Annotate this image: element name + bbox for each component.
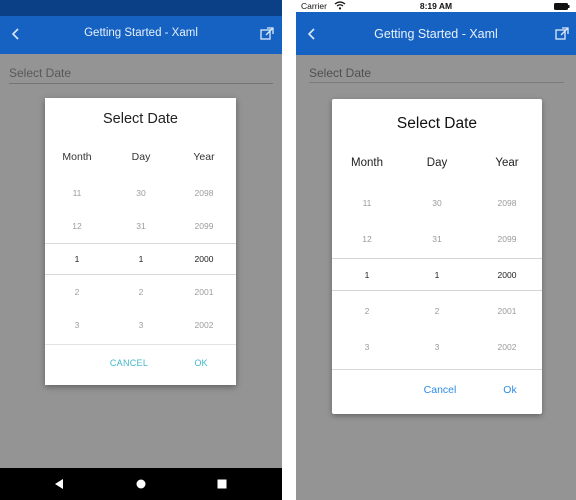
year-option[interactable]: 2001 — [174, 287, 234, 297]
column-header-year: Year — [495, 157, 519, 169]
ios-screen: Carrier 8:19 AM Getting Started - Xaml S… — [296, 0, 576, 500]
day-option[interactable]: 2 — [402, 306, 472, 316]
day-option-selected[interactable]: 1 — [402, 270, 472, 280]
month-option[interactable]: 12 — [332, 234, 402, 244]
android-screen: Getting Started - Xaml Select Date Selec… — [0, 0, 282, 500]
month-option[interactable]: 2 — [47, 287, 107, 297]
navigation-bar: Getting Started - Xaml — [296, 12, 576, 55]
year-option[interactable]: 2002 — [174, 320, 234, 330]
triangle-back-icon[interactable] — [52, 477, 66, 491]
year-option[interactable]: 2099 — [472, 234, 542, 244]
column-header-day: Day — [131, 151, 151, 163]
day-option[interactable]: 3 — [402, 342, 472, 352]
month-option[interactable]: 3 — [332, 342, 402, 352]
status-time: 8:19 AM — [419, 1, 453, 11]
ok-button[interactable]: Ok — [492, 384, 528, 402]
divider — [45, 344, 236, 345]
open-external-icon[interactable] — [259, 26, 275, 42]
page-title: Getting Started - Xaml — [374, 27, 498, 41]
dialog-title: Select Date — [396, 115, 478, 132]
month-option-selected[interactable]: 1 — [332, 270, 402, 280]
year-option[interactable]: 2099 — [174, 221, 234, 231]
date-picker-dialog: Select Date Month Day Year 11 12 1 2 3 3… — [45, 98, 236, 385]
system-navigation-bar — [0, 468, 282, 500]
column-header-year: Year — [193, 151, 215, 163]
month-option[interactable]: 3 — [47, 320, 107, 330]
square-recent-icon[interactable] — [215, 477, 229, 491]
year-option[interactable]: 2001 — [472, 306, 542, 316]
day-option[interactable]: 3 — [111, 320, 171, 330]
month-option[interactable]: 11 — [332, 198, 402, 208]
month-option[interactable]: 11 — [47, 188, 107, 198]
circle-home-icon[interactable] — [134, 477, 148, 491]
year-option-selected[interactable]: 2000 — [174, 254, 234, 264]
app-bar: Getting Started - Xaml — [0, 16, 282, 54]
column-header-day: Day — [426, 157, 448, 169]
month-option[interactable]: 12 — [47, 221, 107, 231]
status-bar: Carrier 8:19 AM — [296, 0, 576, 12]
day-option[interactable]: 30 — [111, 188, 171, 198]
month-option-selected[interactable]: 1 — [47, 254, 107, 264]
year-option[interactable]: 2098 — [174, 188, 234, 198]
year-option[interactable]: 2098 — [472, 198, 542, 208]
status-bar — [0, 0, 282, 16]
year-option[interactable]: 2002 — [472, 342, 542, 352]
divider — [332, 369, 542, 370]
page-title: Getting Started - Xaml — [84, 27, 198, 39]
day-option[interactable]: 30 — [402, 198, 472, 208]
column-header-month: Month — [351, 157, 383, 169]
ok-button[interactable]: OK — [181, 358, 221, 376]
battery-icon — [554, 2, 570, 10]
day-option-selected[interactable]: 1 — [111, 254, 171, 264]
dialog-title: Select Date — [103, 111, 178, 127]
day-option[interactable]: 31 — [111, 221, 171, 231]
date-picker-dialog: Select Date Month Day Year 11 12 1 2 3 3… — [332, 99, 542, 414]
cancel-button[interactable]: CANCEL — [97, 358, 161, 376]
day-option[interactable]: 31 — [402, 234, 472, 244]
column-header-month: Month — [62, 151, 92, 163]
open-external-icon[interactable] — [554, 26, 570, 42]
day-option[interactable]: 2 — [111, 287, 171, 297]
year-option-selected[interactable]: 2000 — [472, 270, 542, 280]
cancel-button[interactable]: Cancel — [412, 384, 468, 402]
month-option[interactable]: 2 — [332, 306, 402, 316]
